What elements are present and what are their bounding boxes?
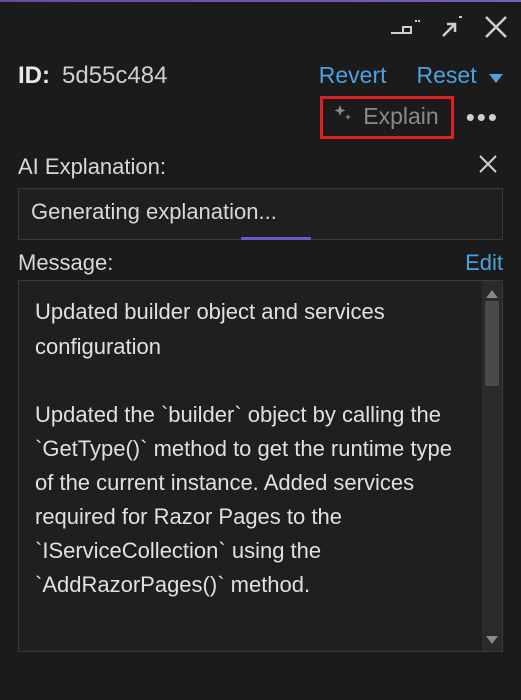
message-box: Updated builder object and services conf…	[18, 280, 503, 652]
message-body: Updated builder object and services conf…	[19, 281, 482, 651]
message-header: Message: Edit	[18, 250, 503, 276]
ai-explanation-status: Generating explanation...	[31, 199, 277, 224]
explain-label: Explain	[363, 103, 438, 130]
revert-link[interactable]: Revert	[319, 62, 387, 89]
ai-explanation-header: AI Explanation:	[18, 149, 503, 184]
scroll-track[interactable]	[482, 301, 502, 631]
reset-label: Reset	[417, 62, 477, 88]
autohide-icon[interactable]	[389, 17, 421, 37]
edit-link[interactable]: Edit	[465, 250, 503, 276]
id-label: ID:	[18, 62, 50, 90]
id-row: ID: 5d55c484 Revert Reset	[18, 62, 503, 90]
explain-button[interactable]: Explain	[320, 96, 453, 139]
sparkle-icon	[333, 103, 353, 130]
id-value: 5d55c484	[62, 62, 167, 90]
message-title: Message:	[18, 250, 113, 276]
window-toolbar	[0, 2, 521, 52]
scroll-thumb[interactable]	[485, 301, 499, 386]
reset-link[interactable]: Reset	[417, 62, 503, 90]
ai-explanation-close-icon[interactable]	[473, 149, 503, 184]
progress-indicator	[241, 237, 311, 240]
ai-explanation-title: AI Explanation:	[18, 154, 166, 180]
more-options-icon[interactable]: •••	[462, 102, 503, 133]
ai-explanation-box: Generating explanation...	[18, 188, 503, 240]
scrollbar[interactable]	[482, 281, 502, 651]
scroll-down-icon[interactable]	[486, 631, 498, 647]
scroll-up-icon[interactable]	[486, 285, 498, 301]
restore-icon[interactable]	[439, 14, 465, 40]
chevron-down-icon	[489, 63, 503, 90]
close-icon[interactable]	[483, 14, 509, 40]
